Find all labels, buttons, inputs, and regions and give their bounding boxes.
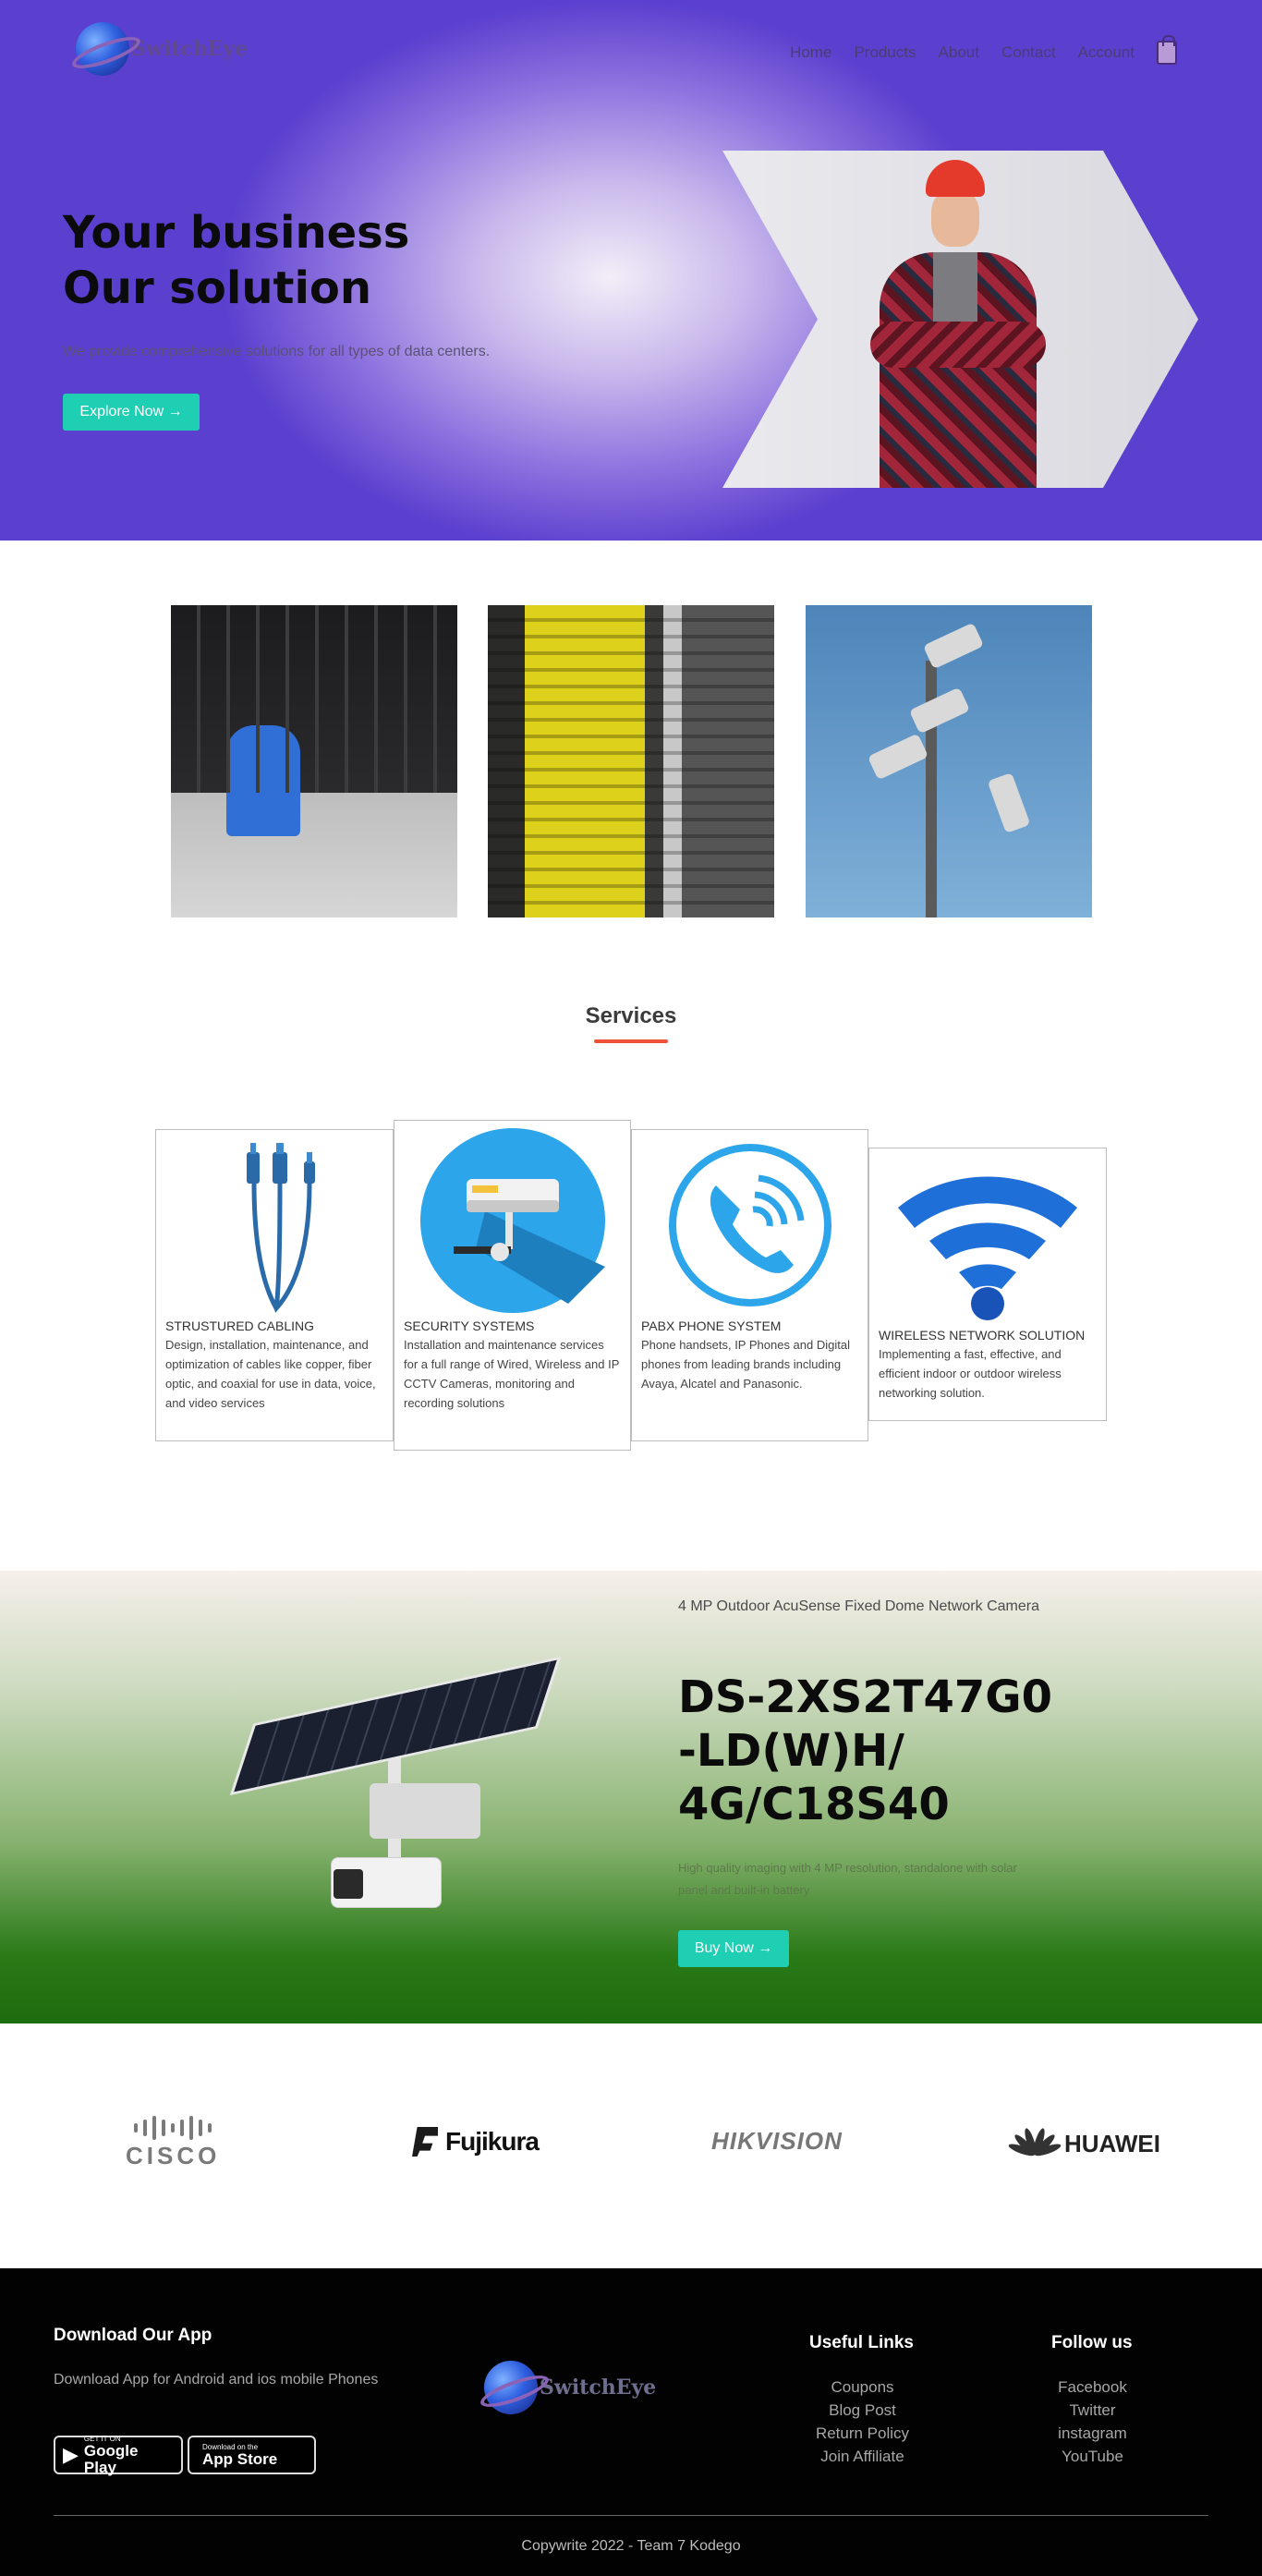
service-title: SECURITY SYSTEMS — [404, 1318, 535, 1333]
nav-account[interactable]: Account — [1078, 43, 1135, 62]
product-desc: High quality imaging with 4 MP resolutio… — [678, 1861, 1017, 1897]
buy-now-button[interactable]: Buy Now → — [678, 1930, 789, 1967]
heading-underline — [594, 1039, 668, 1043]
hero-title-line2: Our solution — [63, 262, 372, 314]
nav-about[interactable]: About — [939, 43, 979, 62]
nav-products[interactable]: Products — [854, 43, 916, 62]
hard-hat-icon — [926, 160, 985, 197]
hero-image — [722, 151, 1198, 488]
service-card-pabx[interactable]: PABX PHONE SYSTEM Phone handsets, IP Pho… — [631, 1129, 868, 1441]
photo-server-technician — [171, 605, 457, 917]
hero-section: SwitchEye Home Products About Contact Ac… — [0, 0, 1262, 541]
huawei-logo: HUAWEI — [1007, 2127, 1160, 2160]
services-heading: Services — [585, 1003, 677, 1028]
service-card-cabling[interactable]: STRUSTURED CABLING Design, installation,… — [155, 1129, 394, 1441]
fujikura-logo: Fujikura — [412, 2127, 540, 2157]
useful-links-heading: Useful Links — [809, 2333, 914, 2352]
cisco-bars-icon — [134, 2116, 212, 2140]
footer-logo[interactable]: SwitchEye — [484, 2361, 656, 2414]
cctv-camera-icon — [419, 1128, 605, 1313]
cisco-logo: CISCO — [126, 2116, 220, 2170]
google-play-icon: ▶ — [63, 2443, 79, 2467]
app-store-button[interactable]: Download on the App Store — [188, 2436, 316, 2474]
service-desc: Phone handsets, IP Phones and Digital ph… — [641, 1338, 850, 1391]
fujikura-wordmark: Fujikura — [445, 2127, 540, 2156]
hikvision-logo: HIKVISION — [711, 2127, 843, 2156]
hikvision-wordmark: HIKVISION — [711, 2127, 843, 2155]
cisco-wordmark: CISCO — [126, 2142, 221, 2169]
hero-subtitle: We provide comprehensive solutions for a… — [63, 344, 491, 359]
follow-us-heading: Follow us — [1051, 2333, 1133, 2352]
globe-logo-icon — [484, 2361, 538, 2414]
service-card-security[interactable]: SECURITY SYSTEMS Installation and mainte… — [394, 1120, 631, 1451]
service-title: WIRELESS NETWORK SOLUTION — [879, 1328, 1086, 1343]
site-footer: Download Our App Download App for Androi… — [0, 2268, 1262, 2576]
featured-product-section: 4 MP Outdoor AcuSense Fixed Dome Network… — [0, 1571, 1262, 2023]
nav-contact[interactable]: Contact — [1001, 43, 1056, 62]
footer-link-blog[interactable]: Blog Post — [800, 2399, 925, 2422]
brand-name: SwitchEye — [131, 37, 249, 61]
social-youtube[interactable]: YouTube — [1035, 2445, 1150, 2468]
footer-link-affiliate[interactable]: Join Affiliate — [800, 2445, 925, 2468]
globe-logo-icon — [76, 22, 129, 76]
camera-icon — [331, 1857, 442, 1908]
hero-title-line1: Your business — [63, 207, 410, 259]
useful-links-list: Coupons Blog Post Return Policy Join Aff… — [800, 2376, 925, 2468]
footer-link-coupons[interactable]: Coupons — [800, 2376, 925, 2399]
photo-cable-rack — [488, 605, 774, 917]
nav-home[interactable]: Home — [790, 43, 831, 62]
product-name: DS-2XS2T47G0 -LD(W)H/ 4G/C18S40 — [678, 1671, 1053, 1830]
site-logo[interactable]: SwitchEye — [76, 22, 248, 76]
footer-divider — [54, 2515, 1208, 2516]
phone-call-icon — [668, 1144, 831, 1306]
wifi-icon — [898, 1176, 1077, 1320]
footer-link-return[interactable]: Return Policy — [800, 2422, 925, 2445]
service-desc: Implementing a fast, effective, and effi… — [879, 1347, 1062, 1400]
explore-now-button[interactable]: Explore Now → — [63, 394, 200, 431]
service-title: STRUSTURED CABLING — [165, 1318, 315, 1333]
shopping-bag-icon[interactable] — [1157, 35, 1177, 65]
huawei-petal-icon — [1007, 2127, 1062, 2160]
google-play-label: Google Play — [83, 2441, 139, 2476]
social-links-list: Facebook Twitter instagram YouTube — [1035, 2376, 1150, 2468]
social-twitter[interactable]: Twitter — [1035, 2399, 1150, 2422]
social-facebook[interactable]: Facebook — [1035, 2376, 1150, 2399]
social-instagram[interactable]: instagram — [1035, 2422, 1150, 2445]
app-heading: Download Our App — [54, 2326, 212, 2345]
fujikura-f-icon — [412, 2127, 438, 2157]
service-desc: Installation and maintenance services fo… — [404, 1338, 620, 1410]
service-desc: Design, installation, maintenance, and o… — [165, 1338, 376, 1410]
photo-cctv-pole — [806, 605, 1092, 917]
product-subtitle: 4 MP Outdoor AcuSense Fixed Dome Network… — [678, 1598, 1039, 1614]
huawei-wordmark: HUAWEI — [1064, 2129, 1160, 2157]
app-store-label: App Store — [202, 2449, 278, 2468]
hero-title: Your business Our solution — [63, 205, 617, 316]
app-text: Download App for Android and ios mobile … — [54, 2372, 379, 2388]
service-title: PABX PHONE SYSTEM — [641, 1318, 782, 1333]
cable-connector-icon — [247, 1143, 315, 1313]
copyright: Copywrite 2022 - Team 7 Kodego — [521, 2538, 741, 2554]
worker-photo — [852, 160, 1074, 488]
footer-brand-name: SwitchEye — [540, 2376, 657, 2400]
google-play-button[interactable]: ▶ GET IT ON Google Play — [54, 2435, 183, 2476]
main-nav: Home Products About Contact Account — [790, 35, 1177, 65]
service-card-wireless[interactable]: WIRELESS NETWORK SOLUTION Implementing a… — [868, 1148, 1107, 1421]
